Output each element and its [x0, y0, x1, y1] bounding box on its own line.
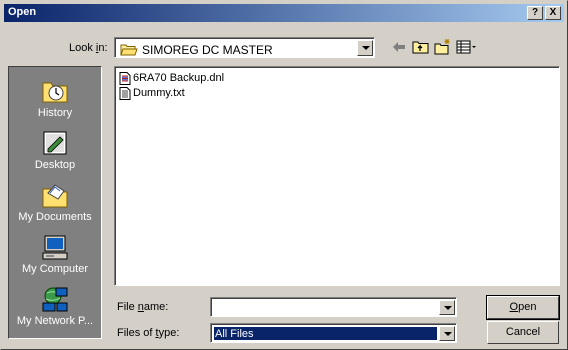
file-type-label: Files of type: [117, 327, 180, 339]
look-in-dropdown-button[interactable] [357, 40, 373, 56]
place-label: History [37, 107, 73, 119]
open-button[interactable]: Open [486, 295, 560, 320]
look-in-label: Look in: [69, 42, 108, 54]
file-type-dropdown-button[interactable] [439, 326, 455, 341]
help-button[interactable]: ? [527, 6, 543, 20]
dnl-file-icon [119, 72, 131, 85]
up-one-level-icon[interactable] [412, 38, 430, 56]
my-computer-icon [42, 235, 68, 260]
desktop-icon [43, 131, 67, 155]
place-my-network-places[interactable]: My Network P... [9, 285, 101, 337]
places-bar: History Desktop My Documents My Computer… [8, 66, 102, 339]
close-button[interactable]: X [545, 6, 561, 20]
window-title: Open [8, 6, 37, 18]
place-my-documents[interactable]: My Documents [9, 181, 101, 233]
place-my-computer[interactable]: My Computer [9, 233, 101, 285]
title-bar[interactable]: Open ? X [4, 4, 564, 22]
open-dialog: Open ? X Look in: SIMOREG DC MASTER Hist… [0, 0, 568, 350]
new-folder-icon[interactable] [434, 38, 452, 56]
look-in-combo[interactable]: SIMOREG DC MASTER [114, 37, 375, 58]
place-desktop[interactable]: Desktop [9, 129, 101, 181]
place-history[interactable]: History [9, 77, 101, 129]
cancel-button[interactable]: Cancel [487, 321, 559, 344]
file-name: Dummy.txt [133, 87, 185, 99]
view-menu-icon[interactable] [456, 38, 478, 56]
open-folder-icon [120, 44, 138, 56]
place-label: My Documents [18, 211, 92, 223]
file-type-select[interactable]: All Files [210, 323, 457, 343]
file-name-input[interactable] [210, 297, 457, 317]
file-type-value: All Files [214, 327, 437, 340]
history-icon [42, 82, 68, 103]
place-label: My Network P... [16, 315, 94, 327]
file-name: 6RA70 Backup.dnl [133, 72, 225, 84]
place-label: My Computer [21, 263, 89, 275]
text-file-icon [119, 87, 131, 100]
look-in-value: SIMOREG DC MASTER [142, 43, 273, 57]
my-documents-icon [42, 184, 68, 208]
place-label: Desktop [34, 159, 76, 171]
back-arrow-icon[interactable] [390, 38, 408, 56]
my-network-places-icon [42, 287, 68, 312]
file-list[interactable]: 6RA70 Backup.dnl Dummy.txt [114, 66, 560, 286]
file-name-dropdown-button[interactable] [439, 300, 455, 315]
file-name-label: File name: [117, 301, 169, 313]
